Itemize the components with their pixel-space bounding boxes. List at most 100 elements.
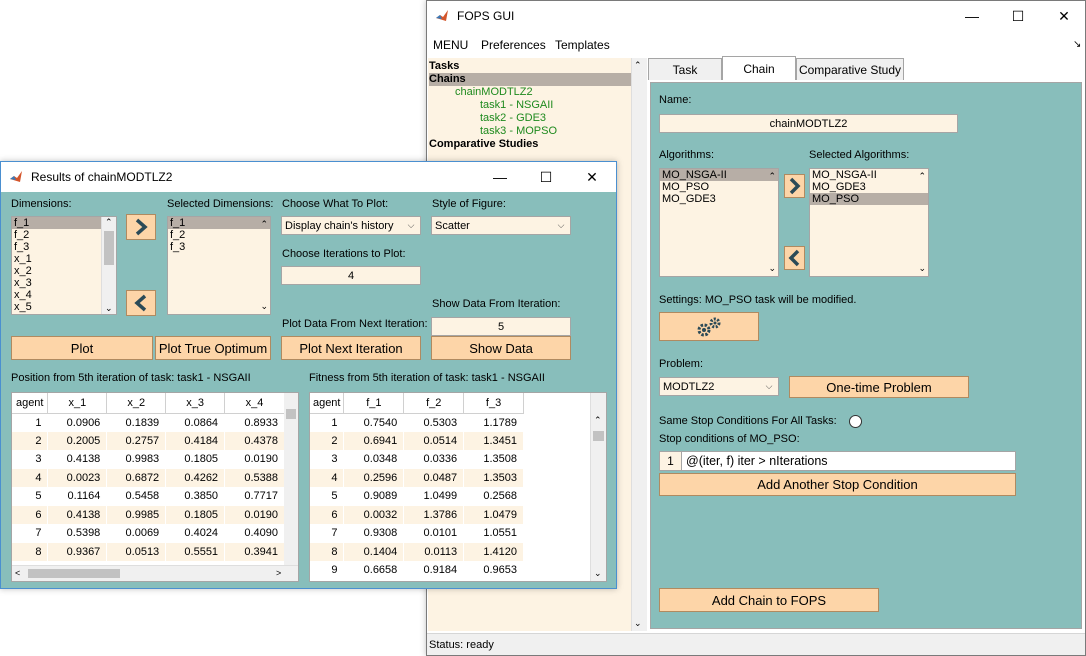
table-cell[interactable]: 0.0864	[165, 413, 226, 432]
minimize-icon[interactable]: —	[477, 162, 523, 192]
table-cell[interactable]: 1.0479	[463, 505, 524, 524]
close-icon[interactable]: ✕	[569, 162, 615, 192]
column-header[interactable]: x_4	[224, 393, 285, 414]
table-cell[interactable]: 0.7540	[343, 413, 405, 432]
add-chain-button[interactable]: Add Chain to FOPS	[659, 588, 879, 612]
column-header[interactable]: agent	[12, 393, 49, 414]
name-field[interactable]: chainMODTLZ2	[659, 114, 958, 133]
list-item[interactable]: MO_NSGA-II	[810, 169, 928, 181]
table-cell[interactable]: 0.0113	[403, 542, 465, 561]
table-cell[interactable]: 0.4138	[47, 505, 108, 524]
column-header[interactable]: f_1	[343, 393, 405, 414]
table-cell[interactable]: 0.4184	[165, 431, 226, 450]
choose-plot-dropdown[interactable]: Display chain's history ⌵	[281, 216, 421, 235]
selected-dimensions-list[interactable]: f_1 f_2 f_3 ⌃ ⌄	[167, 216, 271, 315]
table-cell[interactable]: 5	[12, 487, 49, 506]
table-cell[interactable]: 0.0069	[106, 524, 167, 543]
table-cell[interactable]: 0.3850	[165, 487, 226, 506]
style-dropdown[interactable]: Scatter ⌵	[431, 216, 571, 235]
table-cell[interactable]: 0.1839	[106, 413, 167, 432]
table-cell[interactable]: 1.4120	[463, 542, 524, 561]
tree-chain-item[interactable]: chainMODTLZ2	[429, 86, 631, 99]
list-item[interactable]: MO_GDE3	[660, 193, 778, 205]
table-cell[interactable]: 5	[310, 487, 345, 506]
settings-button[interactable]	[659, 312, 759, 341]
table-cell[interactable]: 0.4262	[165, 468, 226, 487]
iterations-field[interactable]: 4	[281, 266, 421, 285]
table-cell[interactable]: 4	[12, 468, 49, 487]
table-cell[interactable]: 8	[12, 542, 49, 561]
scroll-left-icon[interactable]: <	[15, 568, 20, 578]
scroll-up-icon[interactable]: ⌃	[634, 60, 642, 71]
same-stop-radio[interactable]	[849, 415, 862, 428]
table-cell[interactable]: 0.1805	[165, 505, 226, 524]
column-header[interactable]: x_3	[165, 393, 226, 414]
table-cell[interactable]: 0.4138	[47, 450, 108, 469]
table-cell[interactable]: 1	[12, 413, 49, 432]
table-cell[interactable]: 2	[12, 431, 49, 450]
table-cell[interactable]: 0.1404	[343, 542, 405, 561]
table-cell[interactable]: 7	[12, 524, 49, 543]
scroll-down-icon[interactable]: ⌄	[594, 568, 602, 579]
table-cell[interactable]: 0.7717	[224, 487, 285, 506]
table-cell[interactable]: 1.3451	[463, 431, 524, 450]
remove-algorithm-button[interactable]	[784, 246, 805, 270]
table-cell[interactable]: 1.0499	[403, 487, 465, 506]
plot-button[interactable]: Plot	[11, 336, 153, 360]
table-cell[interactable]: 0.0101	[403, 524, 465, 543]
table-cell[interactable]: 1.3786	[403, 505, 465, 524]
scroll-up-icon[interactable]: ⌃	[105, 217, 113, 228]
table-cell[interactable]: 0.6658	[343, 561, 405, 580]
tab-comparative-study[interactable]: Comparative Study	[796, 58, 904, 80]
scroll-right-icon[interactable]: >	[276, 568, 281, 578]
add-stop-condition-button[interactable]: Add Another Stop Condition	[659, 473, 1016, 496]
table-cell[interactable]: 0.3941	[224, 542, 285, 561]
scroll-up-icon[interactable]: ⌃	[594, 415, 602, 426]
remove-dimension-button[interactable]	[126, 290, 156, 316]
table-cell[interactable]: 0.0032	[343, 505, 405, 524]
table-cell[interactable]: 1.3503	[463, 468, 524, 487]
table-cell[interactable]: 0.5458	[106, 487, 167, 506]
table-cell[interactable]: 0.2757	[106, 431, 167, 450]
table-cell[interactable]: 0.9184	[403, 561, 465, 580]
plot-true-optimum-button[interactable]: Plot True Optimum	[155, 336, 271, 360]
scroll-up-icon[interactable]: ⌃	[260, 219, 268, 230]
scroll-up-icon[interactable]: ⌃	[768, 171, 776, 182]
table-cell[interactable]: 1.0551	[463, 524, 524, 543]
table-cell[interactable]: 0.2005	[47, 431, 108, 450]
plot-next-iteration-button[interactable]: Plot Next Iteration	[281, 336, 421, 360]
table-cell[interactable]: 4	[310, 468, 345, 487]
table-cell[interactable]: 0.4090	[224, 524, 285, 543]
column-header[interactable]: x_1	[47, 393, 108, 414]
tree-tasks[interactable]: Tasks	[429, 60, 631, 73]
table-cell[interactable]: 0.0023	[47, 468, 108, 487]
selected-algorithms-list[interactable]: MO_NSGA-II MO_GDE3 MO_PSO ⌃ ⌄	[809, 168, 929, 277]
tree-comparative[interactable]: Comparative Studies	[429, 138, 631, 151]
dimensions-list[interactable]: f_1 f_2 f_3 x_1 x_2 x_3 x_4 x_5 ⌃ ⌄	[11, 216, 117, 315]
list-item[interactable]: MO_PSO	[660, 181, 778, 193]
list-item[interactable]: MO_PSO	[810, 193, 928, 205]
list-item[interactable]: MO_NSGA-II	[660, 169, 778, 181]
table-cell[interactable]: 1	[310, 413, 345, 432]
column-header[interactable]: f_2	[403, 393, 465, 414]
table-cell[interactable]: 0.5398	[47, 524, 108, 543]
tab-task[interactable]: Task	[648, 58, 722, 80]
tree-chains[interactable]: Chains	[429, 73, 631, 86]
minimize-icon[interactable]: —	[949, 1, 995, 31]
scroll-up-icon[interactable]: ⌃	[918, 171, 926, 182]
add-algorithm-button[interactable]	[784, 174, 805, 198]
table-cell[interactable]: 0.0487	[403, 468, 465, 487]
close-icon[interactable]: ✕	[1041, 1, 1086, 31]
maximize-icon[interactable]: ☐	[523, 162, 569, 192]
table-cell[interactable]: 8	[310, 542, 345, 561]
table-cell[interactable]: 0.9983	[106, 450, 167, 469]
table-cell[interactable]: 6	[310, 505, 345, 524]
menu-preferences[interactable]: Preferences	[481, 38, 546, 52]
column-header[interactable]: f_3	[463, 393, 524, 414]
table-cell[interactable]: 0.8933	[224, 413, 285, 432]
tree-chain-task[interactable]: task2 - GDE3	[429, 112, 631, 125]
scroll-down-icon[interactable]: ⌄	[768, 263, 776, 274]
table-cell[interactable]: 0.0906	[47, 413, 108, 432]
list-item[interactable]: MO_GDE3	[810, 181, 928, 193]
table-cell[interactable]: 0.9367	[47, 542, 108, 561]
